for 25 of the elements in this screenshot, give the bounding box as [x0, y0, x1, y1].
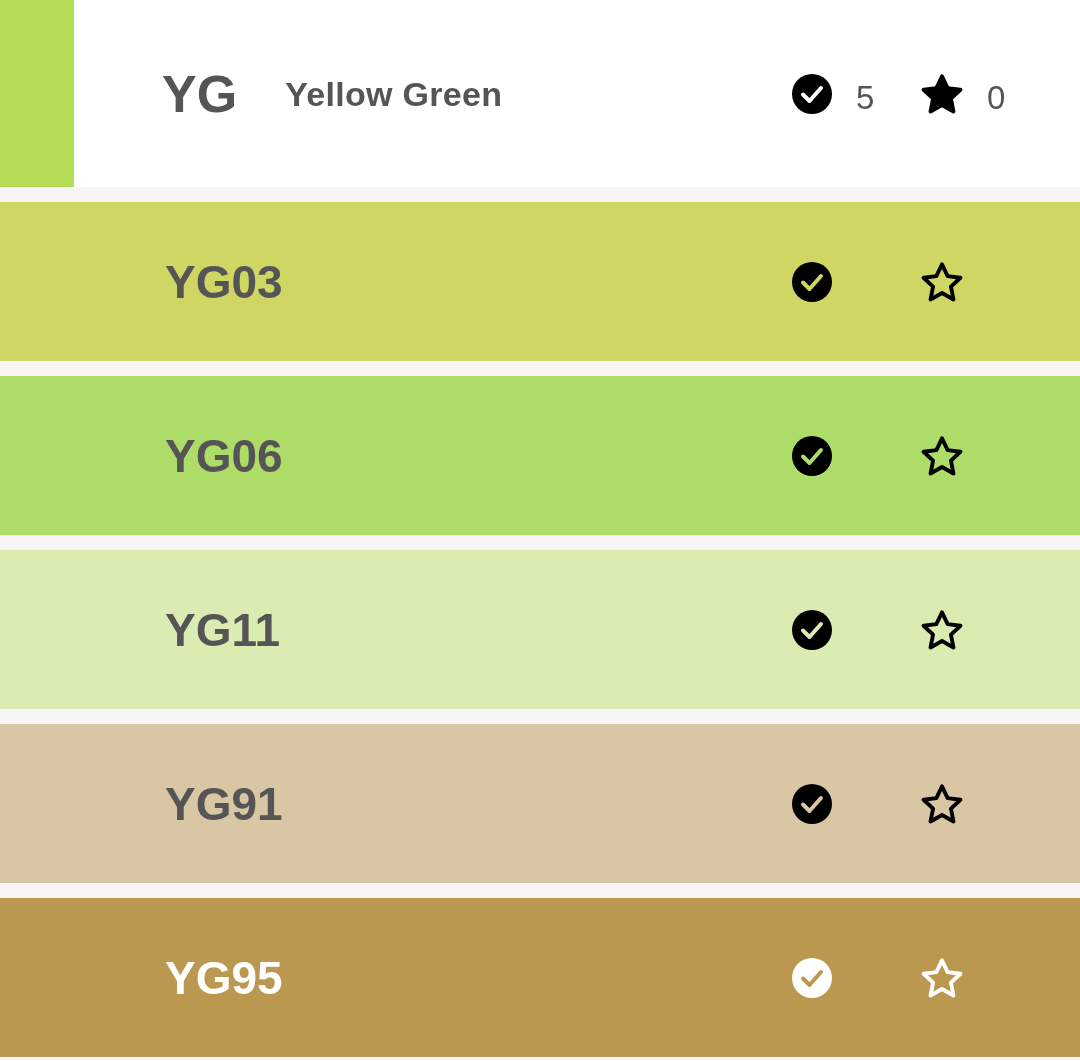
star-icon: [921, 73, 963, 114]
check-icon[interactable]: [792, 261, 832, 302]
favorite-count: 0: [987, 81, 1006, 114]
check-icon[interactable]: [792, 783, 832, 824]
color-code: YG06: [165, 432, 283, 479]
color-row[interactable]: YG91: [0, 724, 1080, 883]
color-code: YG03: [165, 258, 283, 305]
star-icon[interactable]: [921, 261, 963, 302]
check-icon[interactable]: [792, 609, 832, 650]
color-row[interactable]: YG06: [0, 376, 1080, 535]
family-name: Yellow Green: [285, 76, 503, 111]
color-row[interactable]: YG03: [0, 202, 1080, 361]
check-icon[interactable]: [792, 435, 832, 476]
star-icon[interactable]: [921, 609, 963, 650]
star-icon[interactable]: [921, 435, 963, 476]
color-code: YG11: [165, 606, 281, 653]
color-code: YG95: [165, 954, 283, 1001]
family-code: YG: [162, 67, 238, 120]
star-icon[interactable]: [921, 783, 963, 824]
color-row[interactable]: YG95: [0, 898, 1080, 1057]
check-icon[interactable]: [792, 957, 832, 998]
owned-count: 5: [856, 81, 875, 114]
check-icon: [792, 73, 832, 114]
color-code: YG91: [165, 780, 283, 827]
color-row[interactable]: YG11: [0, 550, 1080, 709]
